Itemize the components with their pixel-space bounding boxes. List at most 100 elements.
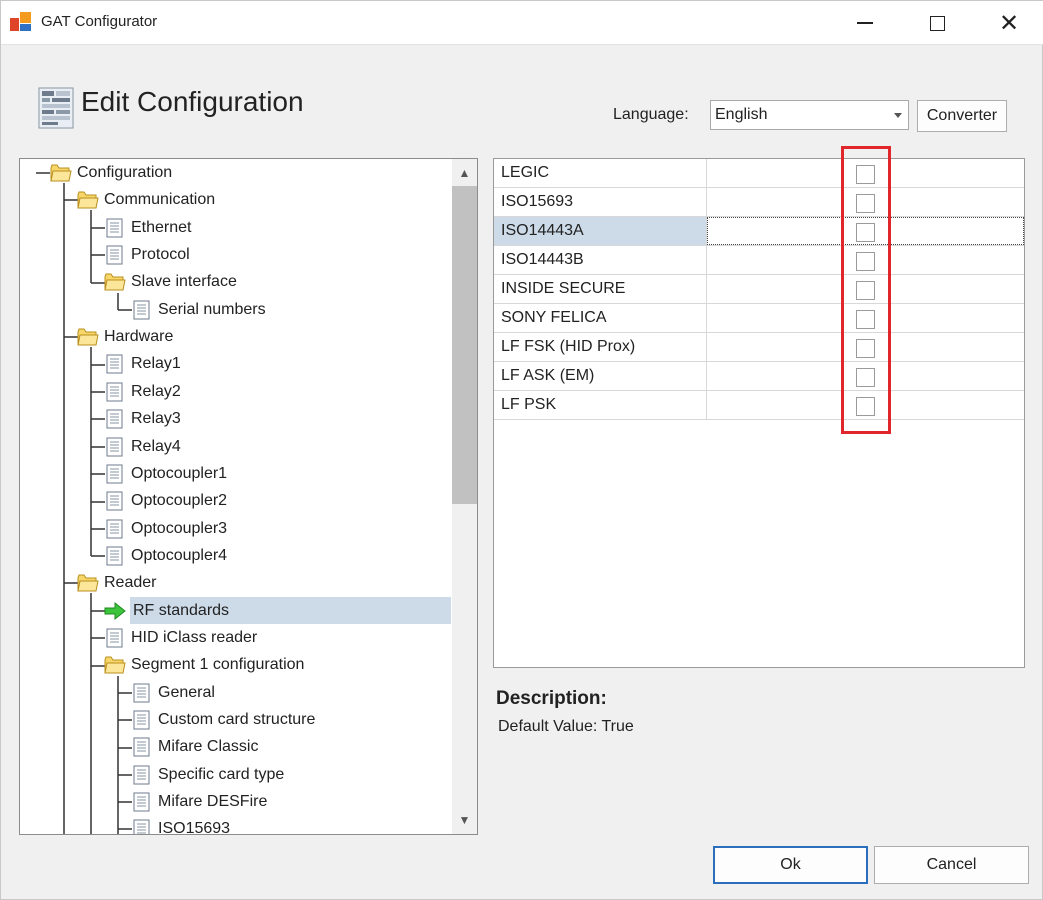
grid-row-name: LEGIC	[494, 159, 707, 187]
grid-row-name: ISO15693	[494, 188, 707, 216]
language-dropdown[interactable]: English	[710, 100, 909, 130]
document-icon	[104, 382, 126, 402]
tree-item[interactable]: General	[131, 681, 215, 705]
folder-open-icon	[77, 573, 99, 593]
tree-item-label: Mifare DESFire	[158, 793, 268, 811]
tree-item-label: RF standards	[131, 599, 232, 622]
document-icon	[104, 245, 126, 265]
configuration-tree[interactable]: Configuration Communication Ethernet Protoc…	[19, 158, 478, 835]
tree-item-label: Relay3	[131, 410, 181, 428]
tree-item[interactable]: Optocoupler1	[104, 462, 227, 486]
tree-item-label: Communication	[104, 191, 216, 209]
language-label: Language:	[613, 106, 689, 123]
tree-item-label: Relay2	[131, 382, 181, 400]
document-icon	[104, 437, 126, 457]
tree-item[interactable]: Relay4	[104, 435, 181, 459]
grid-row[interactable]: ISO14443B	[494, 246, 1024, 275]
scroll-down-icon[interactable]: ▼	[452, 807, 477, 833]
tree-item-label: Mifare Classic	[158, 738, 259, 756]
tree-item[interactable]: Relay1	[104, 352, 181, 376]
tree-item[interactable]: Ethernet	[104, 216, 191, 240]
document-icon	[104, 464, 126, 484]
tree-item-label: Optocoupler2	[131, 492, 228, 510]
tree-item-label: Relay4	[131, 437, 181, 455]
grid-row[interactable]: SONY FELICA	[494, 304, 1024, 333]
grid-row-name: LF PSK	[494, 391, 707, 419]
tree-connector-lines	[36, 172, 132, 834]
page-title: Edit Configuration	[81, 86, 304, 117]
tree-item[interactable]: Mifare DESFire	[131, 790, 267, 814]
grid-row[interactable]: LF PSK	[494, 391, 1024, 420]
tree-item-label: Protocol	[131, 246, 190, 264]
tree-item[interactable]: Hardware	[77, 325, 173, 349]
tree-item[interactable]: Relay3	[104, 407, 181, 431]
maximize-button[interactable]	[901, 1, 973, 45]
document-icon	[131, 300, 153, 320]
tree-item[interactable]: Slave interface	[104, 270, 237, 294]
description-text: Default Value: True	[498, 718, 634, 735]
tree-item[interactable]: Optocoupler3	[104, 517, 227, 541]
tree-item-label: Ethernet	[131, 218, 192, 236]
tree-item[interactable]: Protocol	[104, 243, 190, 267]
tree-item[interactable]: Custom card structure	[131, 708, 315, 732]
grid-row-name: ISO14443B	[494, 246, 707, 274]
tree-item[interactable]: HID iClass reader	[104, 626, 257, 650]
rf-standards-grid: LEGIC ISO15693 ISO14443A ISO14443B INSIDE SE…	[493, 158, 1025, 668]
tree-item-label: Reader	[104, 574, 157, 592]
gat-configurator-window: GAT Configurator ✕ Edit Configuration La…	[0, 0, 1043, 900]
tree-item-label: Hardware	[104, 328, 174, 346]
folder-open-icon	[104, 655, 126, 675]
folder-open-icon	[50, 163, 72, 183]
tree-scrollbar-thumb[interactable]	[452, 186, 477, 504]
grid-row[interactable]: ISO15693	[494, 188, 1024, 217]
tree-item-label: Custom card structure	[158, 711, 316, 728]
app-logo-icon	[10, 12, 32, 32]
grid-row[interactable]: INSIDE SECURE	[494, 275, 1024, 304]
tree-item[interactable]: Mifare Classic	[131, 735, 258, 759]
tree-item-label: ISO15693	[158, 820, 231, 835]
minimize-icon	[857, 22, 873, 24]
tree-item-label: General	[158, 683, 215, 701]
document-icon	[104, 354, 126, 374]
minimize-button[interactable]	[829, 1, 901, 45]
document-icon	[131, 819, 153, 834]
scroll-up-icon[interactable]: ▲	[452, 160, 477, 186]
tree-item[interactable]: Optocoupler2	[104, 489, 227, 513]
grid-row-name: INSIDE SECURE	[494, 275, 707, 303]
folder-open-icon	[77, 190, 99, 210]
green-arrow-icon	[104, 601, 126, 621]
grid-row[interactable]: ISO14443A	[494, 217, 1024, 246]
document-icon	[131, 683, 153, 703]
folder-open-icon	[104, 272, 126, 292]
tree-item[interactable]: Communication	[77, 188, 215, 212]
folder-open-icon	[77, 327, 99, 347]
tree-item-label: Optocoupler4	[131, 546, 228, 564]
document-icon	[131, 737, 153, 757]
cancel-button[interactable]: Cancel	[874, 846, 1029, 884]
tree-item[interactable]: Serial numbers	[131, 298, 266, 322]
tree-item[interactable]: Segment 1 configuration	[104, 653, 304, 677]
grid-row[interactable]: LEGIC	[494, 159, 1024, 188]
tree-item[interactable]: ISO15693	[131, 817, 231, 835]
ok-button[interactable]: Ok	[713, 846, 868, 884]
grid-row[interactable]: LF ASK (EM)	[494, 362, 1024, 391]
grid-row[interactable]: LF FSK (HID Prox)	[494, 333, 1024, 362]
grid-row-name: LF FSK (HID Prox)	[494, 333, 707, 361]
tree-item[interactable]: RF standards	[104, 599, 232, 623]
tree-item-label: HID iClass reader	[131, 628, 258, 646]
document-icon	[104, 409, 126, 429]
converter-button[interactable]: Converter	[917, 100, 1007, 132]
tree-item-label: Slave interface	[131, 273, 237, 291]
tree-item-label: Configuration	[77, 164, 173, 181]
description-title: Description:	[496, 688, 607, 709]
tree-item[interactable]: Configuration	[50, 161, 172, 185]
tree-item[interactable]: Optocoupler4	[104, 544, 227, 568]
maximize-icon	[929, 15, 945, 31]
close-button[interactable]: ✕	[973, 1, 1043, 45]
tree-item[interactable]: Relay2	[104, 380, 181, 404]
document-icon	[131, 765, 153, 785]
grid-row-name: LF ASK (EM)	[494, 362, 707, 390]
tree-item[interactable]: Specific card type	[131, 763, 284, 787]
tree-item[interactable]: Reader	[77, 571, 156, 595]
close-icon: ✕	[998, 9, 1020, 37]
